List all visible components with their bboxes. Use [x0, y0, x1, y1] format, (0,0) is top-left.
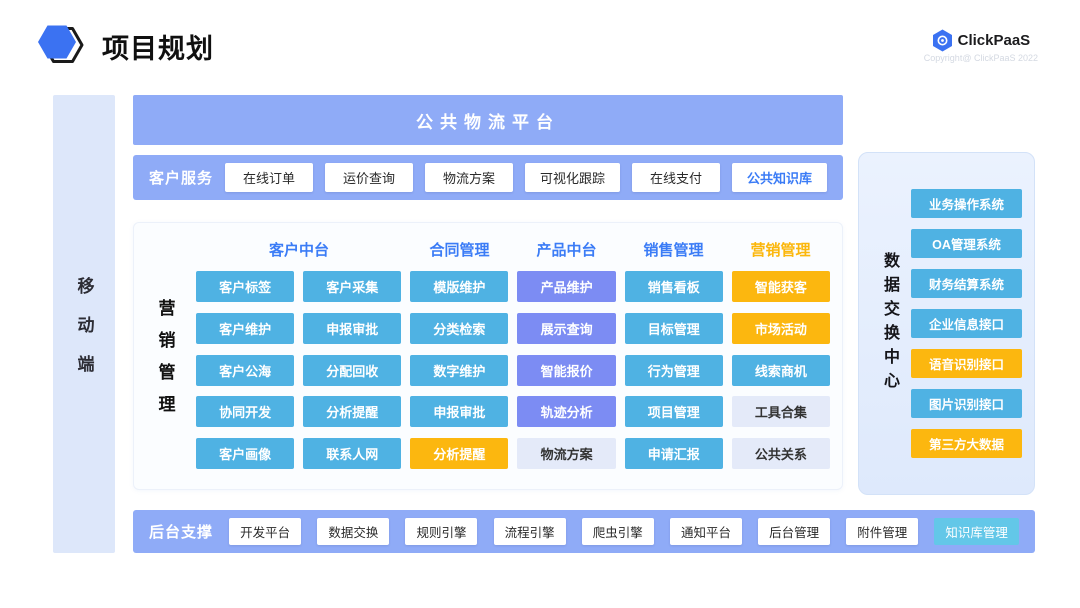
marketing-column-header: 客户中台 — [196, 237, 402, 261]
page-title: 项目规划 — [102, 27, 214, 66]
backend-support-button[interactable]: 数据交换 — [317, 518, 389, 545]
marketing-side-label-box: 营销管理 — [134, 223, 196, 489]
customer-service-button[interactable]: 公共知识库 — [732, 163, 827, 192]
marketing-module-button[interactable]: 公共关系 — [732, 438, 830, 469]
marketing-module-button[interactable]: 模版维护 — [410, 271, 508, 302]
customer-service-button[interactable]: 可视化跟踪 — [525, 163, 620, 192]
marketing-module-button[interactable]: 分配回收 — [303, 355, 401, 386]
marketing-module-button[interactable]: 联系人网 — [303, 438, 401, 469]
platform-banner: 公共物流平台 — [133, 95, 843, 145]
marketing-column-header: 合同管理 — [410, 237, 509, 261]
marketing-side-label: 营销管理 — [153, 285, 178, 427]
backend-support-button[interactable]: 规则引擎 — [405, 518, 477, 545]
marketing-module-button[interactable]: 工具合集 — [732, 396, 830, 427]
marketing-module-button[interactable]: 展示查询 — [517, 313, 615, 344]
brand-block: ClickPaaS Copyright@ ClickPaaS 2022 — [924, 29, 1038, 63]
hexagon-logo-icon — [34, 20, 88, 72]
marketing-module-button[interactable]: 协同开发 — [196, 396, 294, 427]
backend-support-button[interactable]: 开发平台 — [229, 518, 301, 545]
marketing-module-button[interactable]: 分类检索 — [410, 313, 508, 344]
data-exchange-button[interactable]: 企业信息接口 — [911, 309, 1022, 338]
marketing-module-button[interactable]: 目标管理 — [625, 313, 723, 344]
marketing-module-button[interactable]: 销售看板 — [625, 271, 723, 302]
page-header: 项目规划 ClickPaaS Copyright@ ClickPaaS 2022 — [0, 0, 1080, 76]
customer-service-label: 客户服务 — [149, 167, 213, 188]
marketing-module-button[interactable]: 客户画像 — [196, 438, 294, 469]
backend-support-button[interactable]: 爬虫引擎 — [582, 518, 654, 545]
data-exchange-button[interactable]: 第三方大数据 — [911, 429, 1022, 458]
marketing-module-button[interactable]: 客户采集 — [303, 271, 401, 302]
marketing-column-headers: 客户中台合同管理产品中台销售管理营销管理 — [196, 237, 830, 261]
data-exchange-button[interactable]: 财务结算系统 — [911, 269, 1022, 298]
customer-service-row: 客户服务 在线订单运价查询物流方案可视化跟踪在线支付公共知识库 — [133, 155, 843, 200]
marketing-module-button[interactable]: 申报审批 — [303, 313, 401, 344]
marketing-column-header: 营销管理 — [731, 237, 830, 261]
marketing-module-button[interactable]: 行为管理 — [625, 355, 723, 386]
marketing-module-button[interactable]: 申请汇报 — [625, 438, 723, 469]
marketing-module-button[interactable]: 智能报价 — [517, 355, 615, 386]
backend-support-button[interactable]: 附件管理 — [846, 518, 918, 545]
customer-service-button[interactable]: 物流方案 — [425, 163, 513, 192]
marketing-module-button[interactable]: 分析提醒 — [410, 438, 508, 469]
marketing-column-header: 销售管理 — [624, 237, 723, 261]
data-exchange-panel: 数据交换中心 业务操作系统 OA管理系统财务结算系统企业信息接口语音识别接口图片识… — [858, 152, 1035, 495]
marketing-grid-panel: 营销管理 客户中台合同管理产品中台销售管理营销管理 客户标签客户采集模版维护产品… — [133, 222, 843, 490]
marketing-column-header: 产品中台 — [517, 237, 616, 261]
backend-support-button[interactable]: 知识库管理 — [934, 518, 1019, 545]
marketing-module-button[interactable]: 线索商机 — [732, 355, 830, 386]
backend-support-button[interactable]: 后台管理 — [758, 518, 830, 545]
copyright-text: Copyright@ ClickPaaS 2022 — [924, 53, 1038, 63]
marketing-cells: 客户标签客户采集模版维护产品维护销售看板智能获客客户维护申报审批分类检索展示查询… — [196, 271, 830, 473]
marketing-module-button[interactable]: 轨迹分析 — [517, 396, 615, 427]
data-exchange-button[interactable]: 业务操作系统 — [911, 189, 1022, 218]
diagram-body: 移动端 公共物流平台 客户服务 在线订单运价查询物流方案可视化跟踪在线支付公共知… — [53, 95, 1035, 553]
marketing-module-button[interactable]: 产品维护 — [517, 271, 615, 302]
marketing-module-button[interactable]: 客户标签 — [196, 271, 294, 302]
customer-service-button[interactable]: 运价查询 — [325, 163, 413, 192]
mobile-side-bar: 移动端 — [53, 95, 115, 553]
data-exchange-button[interactable]: OA管理系统 — [911, 229, 1022, 258]
marketing-module-button[interactable]: 市场活动 — [732, 313, 830, 344]
backend-support-button[interactable]: 通知平台 — [670, 518, 742, 545]
backend-support-button[interactable]: 流程引擎 — [494, 518, 566, 545]
platform-banner-label: 公共物流平台 — [416, 108, 560, 133]
marketing-module-button[interactable]: 客户公海 — [196, 355, 294, 386]
mobile-bar-label: 移动端 — [72, 255, 97, 394]
marketing-module-button[interactable]: 项目管理 — [625, 396, 723, 427]
brand-name: ClickPaaS — [958, 32, 1031, 49]
marketing-module-button[interactable]: 申报审批 — [410, 396, 508, 427]
marketing-module-button[interactable]: 客户维护 — [196, 313, 294, 344]
data-exchange-label: 数据交换中心 — [877, 252, 901, 396]
clickpaas-logo-icon — [932, 29, 953, 52]
data-exchange-button[interactable]: 图片识别接口 — [911, 389, 1022, 418]
marketing-module-button[interactable]: 分析提醒 — [303, 396, 401, 427]
data-exchange-items: 业务操作系统 OA管理系统财务结算系统企业信息接口语音识别接口图片识别接口第三方大… — [911, 189, 1022, 458]
marketing-module-button[interactable]: 数字维护 — [410, 355, 508, 386]
backend-support-label: 后台支撑 — [149, 521, 213, 542]
marketing-module-button[interactable]: 物流方案 — [517, 438, 615, 469]
customer-service-button[interactable]: 在线支付 — [632, 163, 720, 192]
backend-support-row: 后台支撑 开发平台数据交换规则引擎流程引擎爬虫引擎通知平台后台管理附件管理知识库… — [133, 510, 1035, 553]
data-exchange-button[interactable]: 语音识别接口 — [911, 349, 1022, 378]
customer-service-button[interactable]: 在线订单 — [225, 163, 313, 192]
marketing-module-button[interactable]: 智能获客 — [732, 271, 830, 302]
